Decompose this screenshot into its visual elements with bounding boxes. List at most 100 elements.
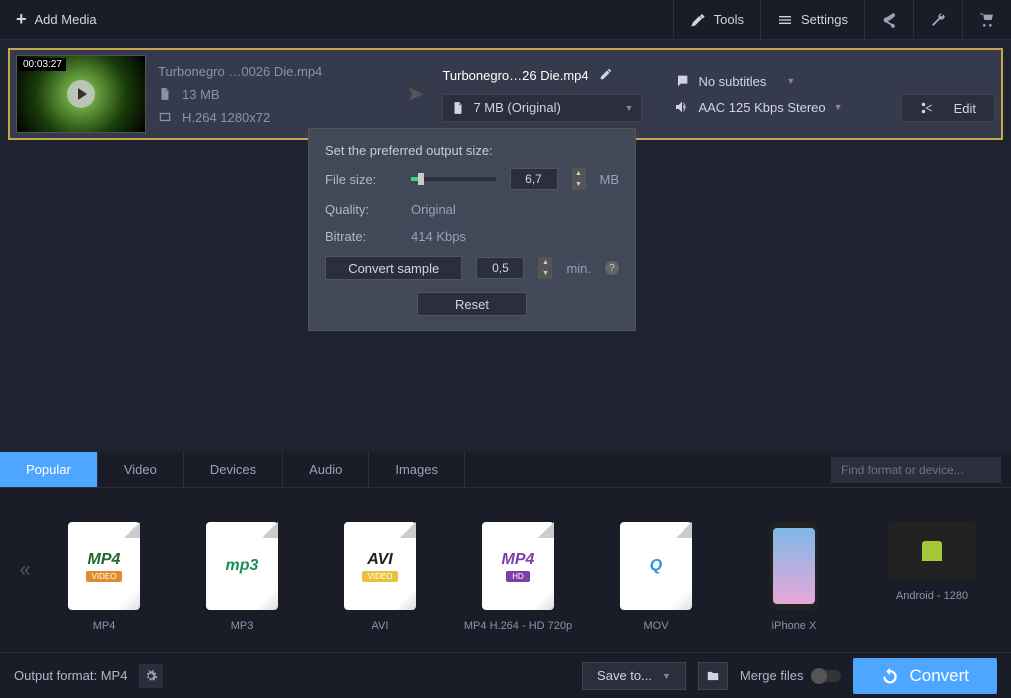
output-preset-dropdown[interactable]: 7 MB (Original) ▼ [442,94,642,122]
settings-label: Settings [801,12,848,27]
quality-value: Original [411,202,456,217]
topbar: + Add Media Tools Settings [0,0,1011,40]
format-file-icon: MP4VIDEO [68,522,140,610]
filesize-slider[interactable] [411,177,496,181]
browse-folder-button[interactable] [698,662,728,690]
convert-label: Convert [909,666,969,686]
format-items: MP4VIDEO MP4 mp3 MP3 AVIVIDEO AVI MP4HD MP4 H.2… [44,508,1001,632]
file-size: 13 MB [182,87,220,102]
format-label: MOV [643,620,668,632]
tools-icon [690,12,706,28]
tab-audio[interactable]: Audio [283,452,369,487]
reset-button[interactable]: Reset [417,292,527,316]
wrench-icon [930,12,946,28]
format-item[interactable]: iPhone X [734,522,854,632]
format-file-icon: mp3 [206,522,278,610]
format-item[interactable]: MP4VIDEO MP4 [44,522,164,632]
format-file-icon: MP4HD [482,522,554,610]
file-row[interactable]: 00:03:27 Turbonegro …0026 Die.mp4 13 MB … [8,48,1003,140]
cart-button[interactable] [962,0,1011,39]
filesize-input[interactable]: 6,7 [510,168,558,190]
convert-sample-button[interactable]: Convert sample [325,256,462,280]
file-info: Turbonegro …0026 Die.mp4 13 MB H.264 128… [158,64,388,125]
bitrate-value: 414 Kbps [411,229,466,244]
output-size-popup: Set the preferred output size: File size… [308,128,636,331]
format-label: AVI [372,620,389,632]
chevron-down-icon: ▼ [662,671,671,681]
format-scroll: « MP4VIDEO MP4 mp3 MP3 AVIVIDEO AVI MP4HD MP4 H… [0,488,1011,652]
tab-popular[interactable]: Popular [0,452,98,487]
audio-label: AAC 125 Kbps Stereo [698,100,825,115]
format-item[interactable]: Android - 1280 [872,522,992,632]
save-to-label: Save to... [597,668,652,683]
add-media-label: Add Media [35,12,97,27]
format-label: iPhone X [772,620,817,632]
arrow-icon: ➤ [406,81,424,107]
tools-button[interactable]: Tools [673,0,760,39]
search-format-input[interactable] [831,457,1001,483]
audio-icon [674,99,690,115]
filesize-unit: MB [600,172,620,187]
format-item[interactable]: mp3 MP3 [182,522,302,632]
folder-icon [706,669,720,683]
output-format-label: Output format: MP4 [14,668,127,683]
scroll-left-button[interactable]: « [10,520,40,620]
subtitles-label: No subtitles [698,74,766,89]
chevron-down-icon: ▼ [834,102,843,112]
format-item[interactable]: AVIVIDEO AVI [320,522,440,632]
sample-unit: min. [566,261,591,276]
merge-toggle[interactable] [811,670,841,682]
settings-button[interactable]: Settings [760,0,864,39]
merge-files-control: Merge files [740,668,842,683]
format-label: MP3 [231,620,254,632]
popup-header: Set the preferred output size: [325,143,619,158]
share-icon [881,12,897,28]
topbar-right: Tools Settings [673,0,1011,39]
audio-dropdown[interactable]: AAC 125 Kbps Stereo ▼ [674,99,842,115]
save-to-dropdown[interactable]: Save to... ▼ [582,662,686,690]
refresh-icon [881,667,899,685]
output-settings-button[interactable] [139,664,163,688]
filesize-spinner[interactable]: ▲▼ [572,168,586,190]
subtitles-icon [674,73,690,89]
edit-button[interactable]: Edit [901,94,995,122]
help-icon[interactable]: ? [605,261,619,275]
sample-duration-input[interactable]: 0,5 [476,257,524,279]
input-filename: Turbonegro …0026 Die.mp4 [158,64,322,79]
sample-spinner[interactable]: ▲▼ [538,257,552,279]
format-item[interactable]: QMOV [596,522,716,632]
sub-audio-column: No subtitles ▼ AAC 125 Kbps Stereo ▼ [674,73,842,115]
chevron-down-icon: ▼ [625,103,634,113]
file-icon [451,101,465,115]
merge-label: Merge files [740,668,804,683]
plus-icon: + [16,9,27,30]
share-button[interactable] [864,0,913,39]
quality-label: Quality: [325,202,397,217]
file-thumbnail[interactable]: 00:03:27 [16,55,146,133]
file-codec: H.264 1280x72 [182,110,270,125]
rename-button[interactable] [599,67,613,84]
formats-panel: Popular Video Devices Audio Images « MP4… [0,452,1011,652]
cart-icon [979,12,995,28]
bitrate-label: Bitrate: [325,229,397,244]
tab-images[interactable]: Images [369,452,465,487]
tools-label: Tools [714,12,744,27]
edit-label: Edit [954,101,976,116]
format-label: Android - 1280 [896,590,968,602]
tab-video[interactable]: Video [98,452,184,487]
play-icon[interactable] [67,80,95,108]
tab-devices[interactable]: Devices [184,452,283,487]
output-preset-label: 7 MB (Original) [473,100,560,115]
format-label: MP4 H.264 - HD 720p [464,620,572,632]
subtitles-dropdown[interactable]: No subtitles ▼ [674,73,842,89]
format-file-icon: AVIVIDEO [344,522,416,610]
format-label: MP4 [93,620,116,632]
gear-icon [144,669,158,683]
file-icon [158,87,172,101]
add-media-button[interactable]: + Add Media [0,0,113,39]
convert-button[interactable]: Convert [853,658,997,694]
format-item[interactable]: MP4HD MP4 H.264 - HD 720p [458,522,578,632]
wrench-button[interactable] [913,0,962,39]
chevron-down-icon: ▼ [786,76,795,86]
filesize-label: File size: [325,172,397,187]
